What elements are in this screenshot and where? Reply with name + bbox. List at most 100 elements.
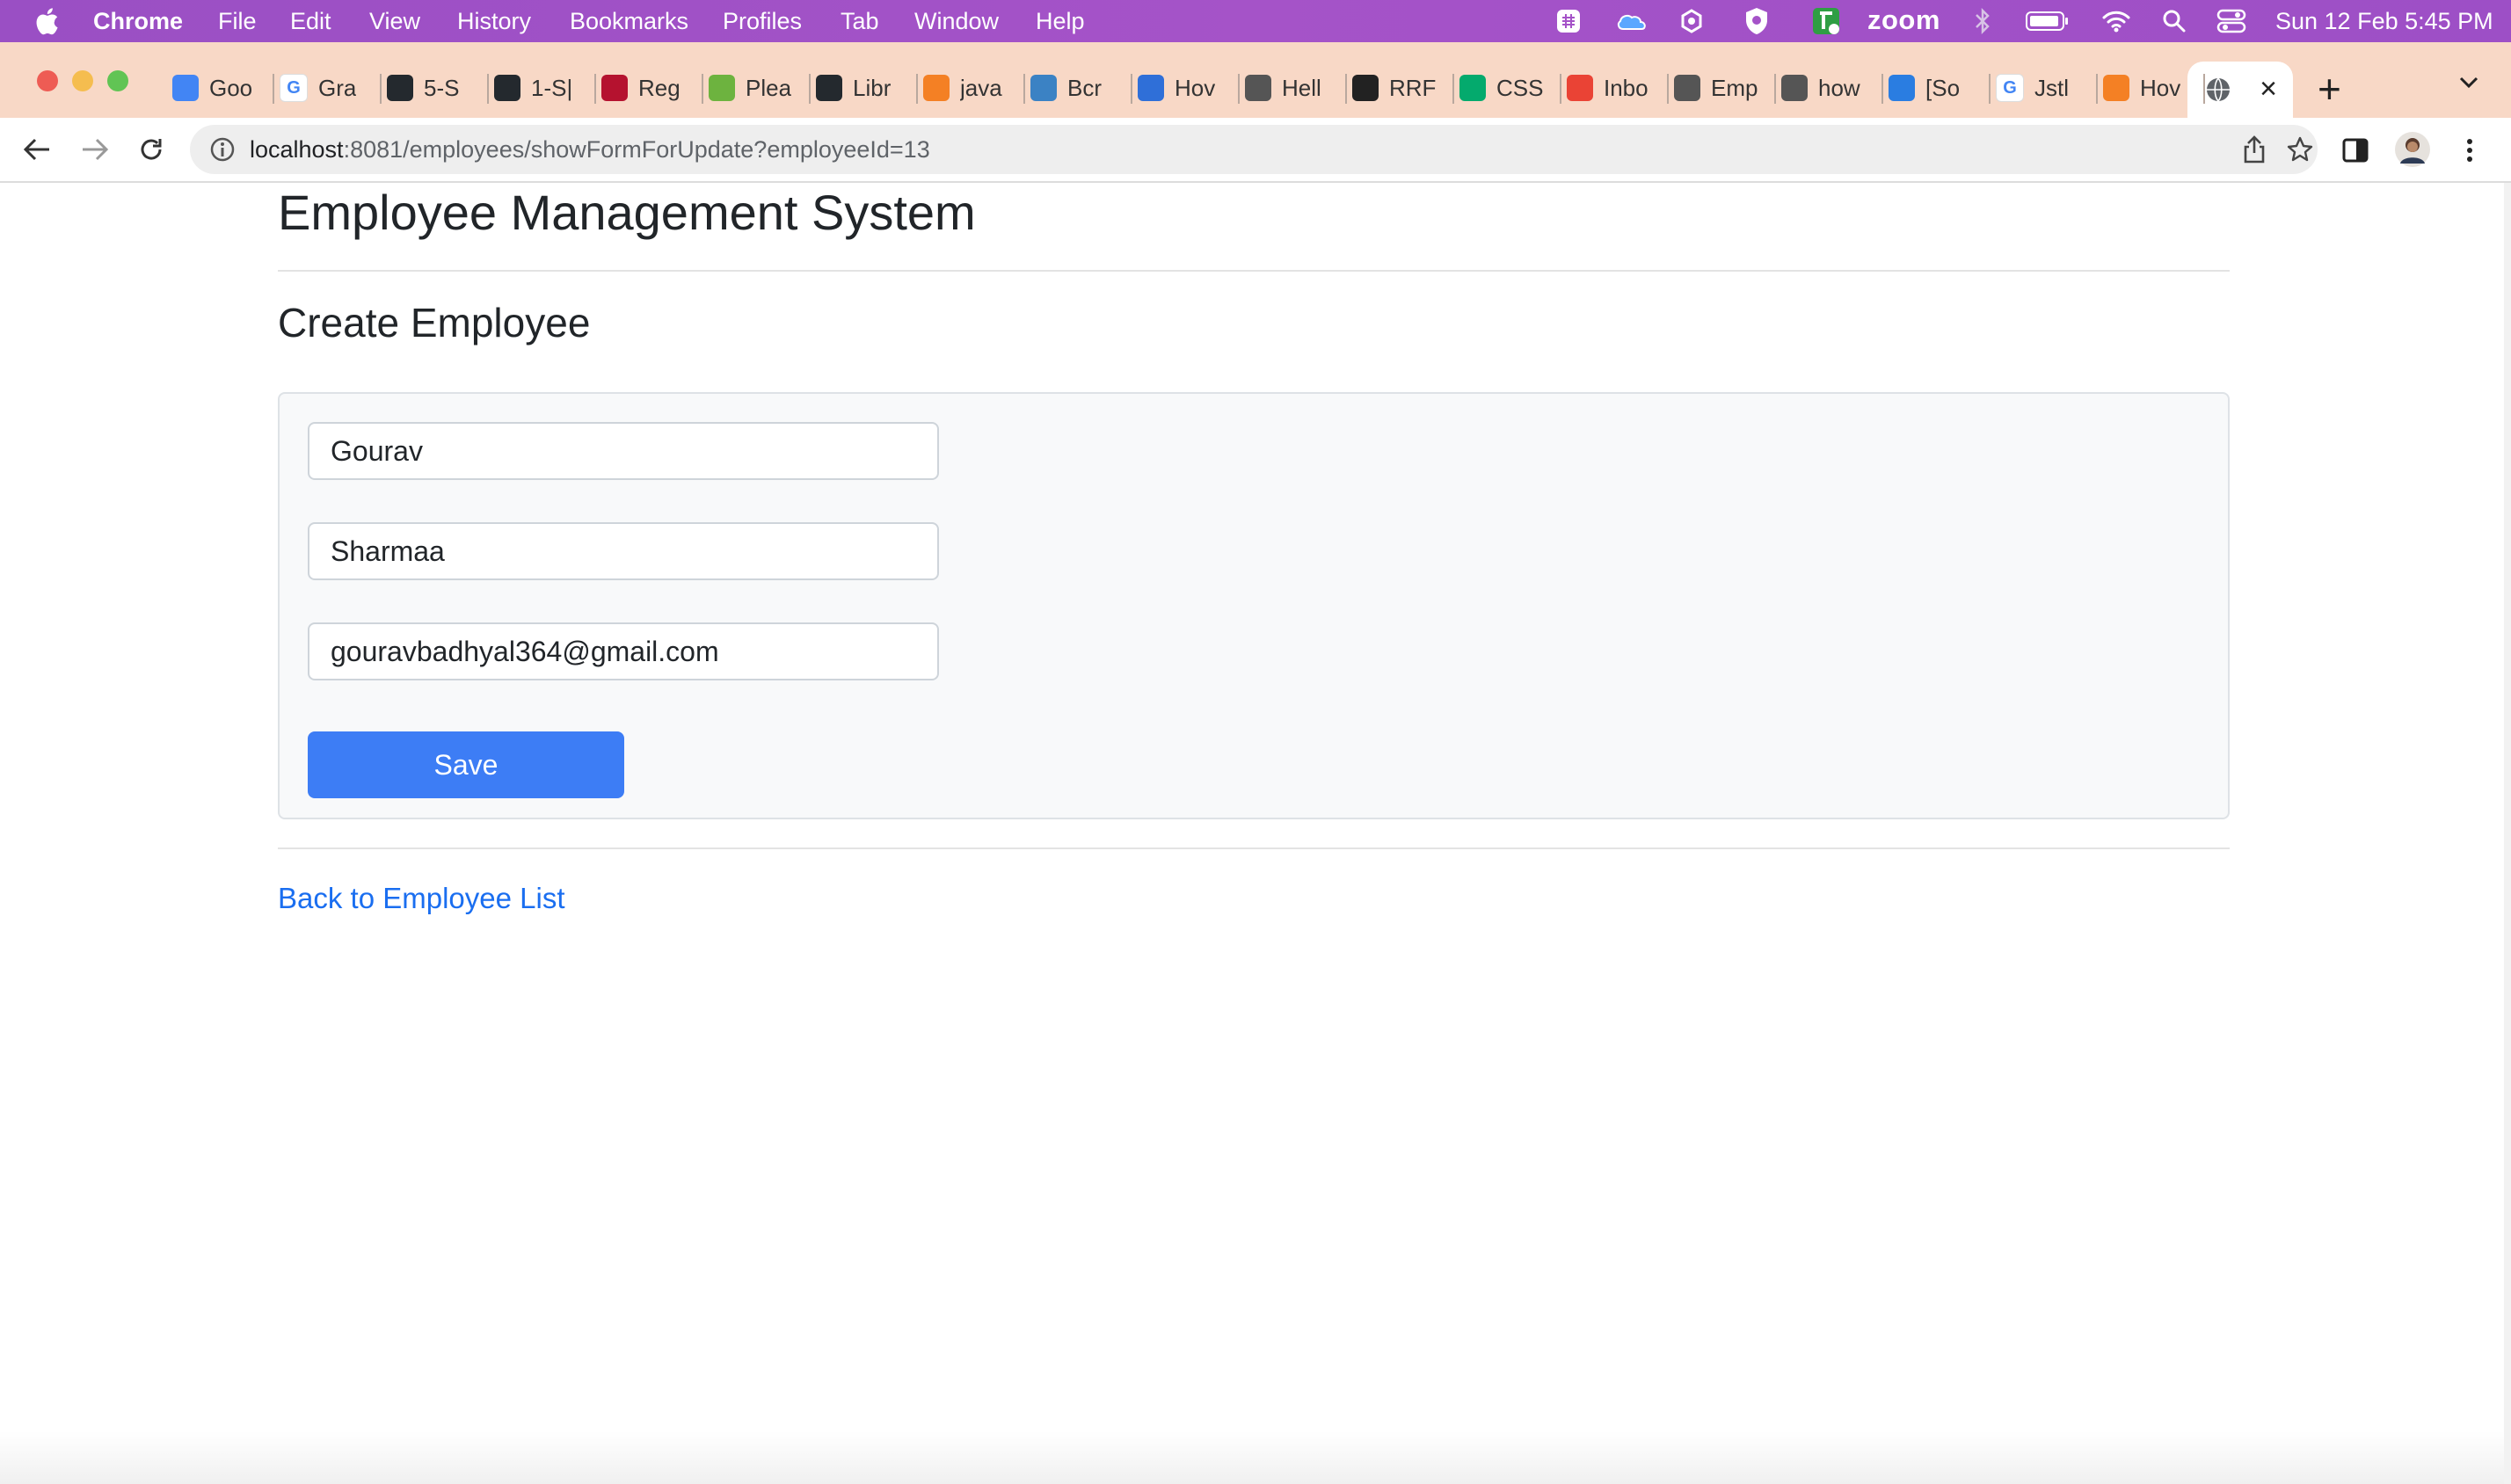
kebab-menu-icon[interactable] <box>2455 135 2485 165</box>
tab-label: Hell <box>1282 74 1321 101</box>
tab-separator <box>273 74 274 104</box>
app-icon[interactable] <box>1809 5 1843 37</box>
globe-icon <box>1245 75 1271 101</box>
menu-profiles[interactable]: Profiles <box>723 7 802 35</box>
last-name-field[interactable] <box>308 522 939 580</box>
tab-item[interactable]: RRF <box>1352 63 1459 113</box>
cloud-icon[interactable] <box>1614 5 1649 37</box>
tab-separator <box>916 74 918 104</box>
close-tab-icon[interactable]: × <box>2260 74 2277 104</box>
profile-avatar[interactable] <box>2395 132 2430 167</box>
page-title: Employee Management System <box>278 185 976 240</box>
tab-item[interactable]: Hov <box>2103 63 2210 113</box>
menu-edit[interactable]: Edit <box>290 7 331 35</box>
first-name-field[interactable] <box>308 422 939 480</box>
github-icon <box>387 75 413 101</box>
tab-separator <box>1131 74 1132 104</box>
tab-separator <box>594 74 596 104</box>
wifi-icon[interactable] <box>2100 5 2133 37</box>
calendar-icon <box>172 75 199 101</box>
menu-app-chrome[interactable]: Chrome <box>93 7 183 35</box>
tab-item[interactable]: Emp <box>1674 63 1781 113</box>
stackoverflow-icon <box>923 75 950 101</box>
menu-window[interactable]: Window <box>914 7 999 35</box>
tab-item[interactable]: Reg <box>601 63 709 113</box>
tab-item[interactable]: CSS <box>1459 63 1567 113</box>
tab-item[interactable]: Libr <box>816 63 923 113</box>
tab-item[interactable]: 1-S| <box>494 63 601 113</box>
tab-separator <box>1452 74 1454 104</box>
bluetooth-icon[interactable] <box>1969 5 1996 37</box>
page-content: Employee Management System Create Employ… <box>0 183 2511 1484</box>
menu-history[interactable]: History <box>457 7 531 35</box>
menu-file[interactable]: File <box>218 7 257 35</box>
side-panel-icon[interactable] <box>2340 135 2370 165</box>
menu-view[interactable]: View <box>369 7 420 35</box>
tab-label: Gra <box>318 74 357 101</box>
back-arrow-icon[interactable] <box>21 134 53 165</box>
tab-item[interactable]: Goo <box>172 63 280 113</box>
bottom-shadow <box>0 1431 2511 1484</box>
menu-help[interactable]: Help <box>1036 7 1085 35</box>
apple-logo-icon[interactable] <box>33 6 60 36</box>
reload-icon[interactable] <box>135 134 167 165</box>
tab-item[interactable]: 5-S <box>387 63 494 113</box>
tab-item[interactable]: [So <box>1889 63 1996 113</box>
tab-separator <box>1560 74 1561 104</box>
tab-separator <box>809 74 811 104</box>
share-icon[interactable] <box>2242 135 2267 164</box>
url-text[interactable]: localhost:8081/employees/showFormForUpda… <box>250 135 930 164</box>
tab-item[interactable]: G Jstl <box>1996 63 2103 113</box>
window-close-button[interactable] <box>37 70 58 91</box>
battery-icon[interactable] <box>2024 5 2070 37</box>
tab-label: Hov <box>2140 74 2181 101</box>
tab-item[interactable]: Hov <box>1138 63 1245 113</box>
tab-label: CSS <box>1496 74 1544 101</box>
window-zoom-button[interactable] <box>107 70 128 91</box>
tab-separator <box>1989 74 1991 104</box>
control-center-icon[interactable] <box>2214 5 2249 37</box>
settings-icon[interactable] <box>1676 5 1707 37</box>
tab-label: Inbo <box>1604 74 1649 101</box>
tab-label: Goo <box>209 74 253 101</box>
leaf-icon <box>709 75 735 101</box>
forward-arrow-icon[interactable] <box>79 134 111 165</box>
github-icon <box>816 75 842 101</box>
email-field[interactable] <box>308 622 939 680</box>
tab-separator <box>702 74 703 104</box>
tab-label: Emp <box>1711 74 1758 101</box>
b-icon <box>1030 75 1057 101</box>
menubar-clock[interactable]: Sun 12 Feb 5:45 PM <box>2275 7 2493 35</box>
spotlight-icon[interactable] <box>2159 5 2189 37</box>
tab-item[interactable]: Hell <box>1245 63 1352 113</box>
back-to-list-link[interactable]: Back to Employee List <box>278 881 565 916</box>
gmail-icon <box>1567 75 1593 101</box>
tab-item[interactable]: java <box>923 63 1030 113</box>
grid-icon[interactable] <box>1553 5 1584 37</box>
bookmark-star-icon[interactable] <box>2286 135 2314 164</box>
tab-label: Libr <box>853 74 892 101</box>
menu-tab[interactable]: Tab <box>841 7 879 35</box>
shield-icon[interactable] <box>1741 5 1772 37</box>
info-icon[interactable] <box>209 136 236 163</box>
save-button[interactable]: Save <box>308 731 624 798</box>
address-bar[interactable]: localhost:8081/employees/showFormForUpda… <box>190 125 2318 174</box>
github-icon <box>494 75 520 101</box>
tab-separator <box>1023 74 1025 104</box>
tab-item[interactable]: Inbo <box>1567 63 1674 113</box>
tab-item[interactable]: G Gra <box>280 63 387 113</box>
google-icon: G <box>280 74 308 102</box>
tab-label: how <box>1818 74 1860 101</box>
new-tab-button[interactable]: + <box>2318 69 2341 109</box>
chevron-down-icon[interactable] <box>2458 76 2479 94</box>
tab-item[interactable]: Bcr <box>1030 63 1138 113</box>
tab-item[interactable]: Plea <box>709 63 816 113</box>
tab-label: Jstl <box>2034 74 2069 101</box>
tab-label: Hov <box>1175 74 1216 101</box>
macos-menu-bar: Chrome File Edit View History Bookmarks … <box>0 0 2511 42</box>
tab-item[interactable]: how <box>1781 63 1889 113</box>
menu-bookmarks[interactable]: Bookmarks <box>570 7 688 35</box>
window-minimize-button[interactable] <box>72 70 93 91</box>
zoom-label[interactable]: zoom <box>1867 4 1940 36</box>
tab-label: Bcr <box>1067 74 1102 101</box>
